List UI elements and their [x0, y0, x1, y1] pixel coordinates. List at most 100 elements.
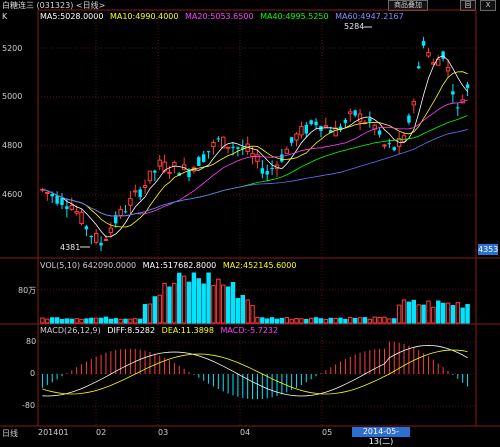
volume-bar — [308, 317, 314, 324]
volume-bar — [411, 299, 417, 324]
candle-body — [103, 238, 109, 241]
volume-bar — [108, 318, 114, 324]
volume-bar — [328, 317, 333, 324]
volume-bar — [133, 318, 138, 324]
candle-body — [142, 185, 148, 188]
volume-bar — [294, 318, 299, 324]
kline-chart[interactable] — [0, 0, 500, 438]
chart-frame — [37, 9, 477, 427]
volume-bar — [245, 299, 250, 324]
candle-body — [294, 133, 299, 141]
volume-bar — [269, 317, 275, 324]
candle-body — [108, 227, 114, 233]
volume-bar — [93, 317, 99, 324]
candle-body — [99, 242, 103, 246]
volume-bar — [98, 317, 104, 324]
volume-bar — [260, 317, 265, 324]
candle-body — [280, 154, 284, 162]
candle-body — [128, 197, 133, 206]
candle-body — [153, 170, 157, 173]
volume-bar — [172, 282, 177, 324]
volume-bar — [382, 316, 387, 324]
candle-body — [392, 147, 396, 151]
volume-bar — [230, 281, 236, 324]
volume-bar — [460, 307, 465, 324]
volume-bar — [147, 303, 153, 324]
volume-bar — [50, 317, 55, 324]
candle-body — [314, 121, 318, 126]
candle-body — [123, 211, 128, 213]
volume-bar — [186, 281, 192, 324]
candle-body — [421, 41, 426, 46]
candle-body — [451, 91, 455, 95]
candle-body — [416, 66, 421, 69]
candle-body — [55, 195, 59, 204]
volume-bar — [250, 305, 255, 324]
volume-bar — [352, 317, 358, 324]
volume-bar — [177, 272, 182, 324]
volume-bar — [348, 317, 353, 324]
candle-body — [289, 137, 294, 143]
candle-body — [50, 193, 54, 197]
volume-bar — [201, 283, 206, 324]
volume-bar — [162, 282, 167, 324]
candle-body — [45, 191, 50, 194]
volume-bar — [289, 318, 294, 324]
candle-body — [387, 143, 392, 145]
candle-body — [74, 210, 79, 214]
candle-body — [382, 144, 387, 147]
volume-bar — [372, 316, 377, 324]
candle-body — [187, 170, 191, 178]
candle-body — [231, 146, 235, 148]
macd-histogram — [41, 341, 469, 400]
candle-body — [348, 111, 353, 115]
candle-body — [401, 135, 407, 143]
volume-bar — [465, 304, 470, 324]
candle-body — [172, 162, 177, 167]
volume-bar — [79, 318, 84, 324]
candle-body — [426, 52, 431, 57]
volume-bar — [137, 318, 143, 324]
grid-lines — [38, 10, 476, 426]
volume-bar — [401, 299, 407, 324]
volume-bar — [338, 317, 343, 324]
volume-bar — [396, 304, 402, 324]
volume-bar — [440, 302, 446, 324]
volume-bar — [406, 301, 412, 324]
volume-bar — [387, 318, 392, 324]
candle-body — [260, 168, 265, 174]
candle-body — [309, 120, 313, 125]
candle-body — [456, 107, 460, 109]
candle-body — [133, 190, 138, 193]
volume-bar — [421, 304, 426, 324]
volume-bar — [216, 278, 221, 324]
volume-bar — [118, 318, 123, 324]
candle-body — [167, 171, 172, 174]
volume-bar — [196, 278, 202, 324]
volume-bar — [362, 317, 368, 324]
volume-bar — [84, 318, 89, 324]
volume-bar — [357, 317, 363, 324]
volume-bar — [64, 318, 70, 324]
candle-body — [465, 84, 470, 88]
volume-bar — [416, 304, 421, 324]
volume-bar — [167, 286, 172, 324]
volume-bar — [142, 303, 148, 324]
candle-body — [157, 159, 162, 167]
volume-bar — [455, 302, 460, 324]
volume-bar — [59, 318, 65, 324]
volume-bar — [206, 272, 211, 324]
volume-bar — [426, 300, 431, 324]
candle-body — [60, 197, 64, 205]
candle-body — [445, 67, 451, 72]
candle-body — [89, 236, 94, 238]
volume-bar — [450, 305, 456, 324]
volume-bar — [113, 318, 118, 324]
candle-body — [407, 115, 411, 123]
volume-bar — [333, 317, 338, 324]
ma20-line — [42, 99, 468, 217]
candle-body — [411, 101, 417, 106]
volume-bar — [221, 284, 226, 324]
candle-body — [255, 154, 260, 162]
volume-bar — [181, 275, 187, 324]
